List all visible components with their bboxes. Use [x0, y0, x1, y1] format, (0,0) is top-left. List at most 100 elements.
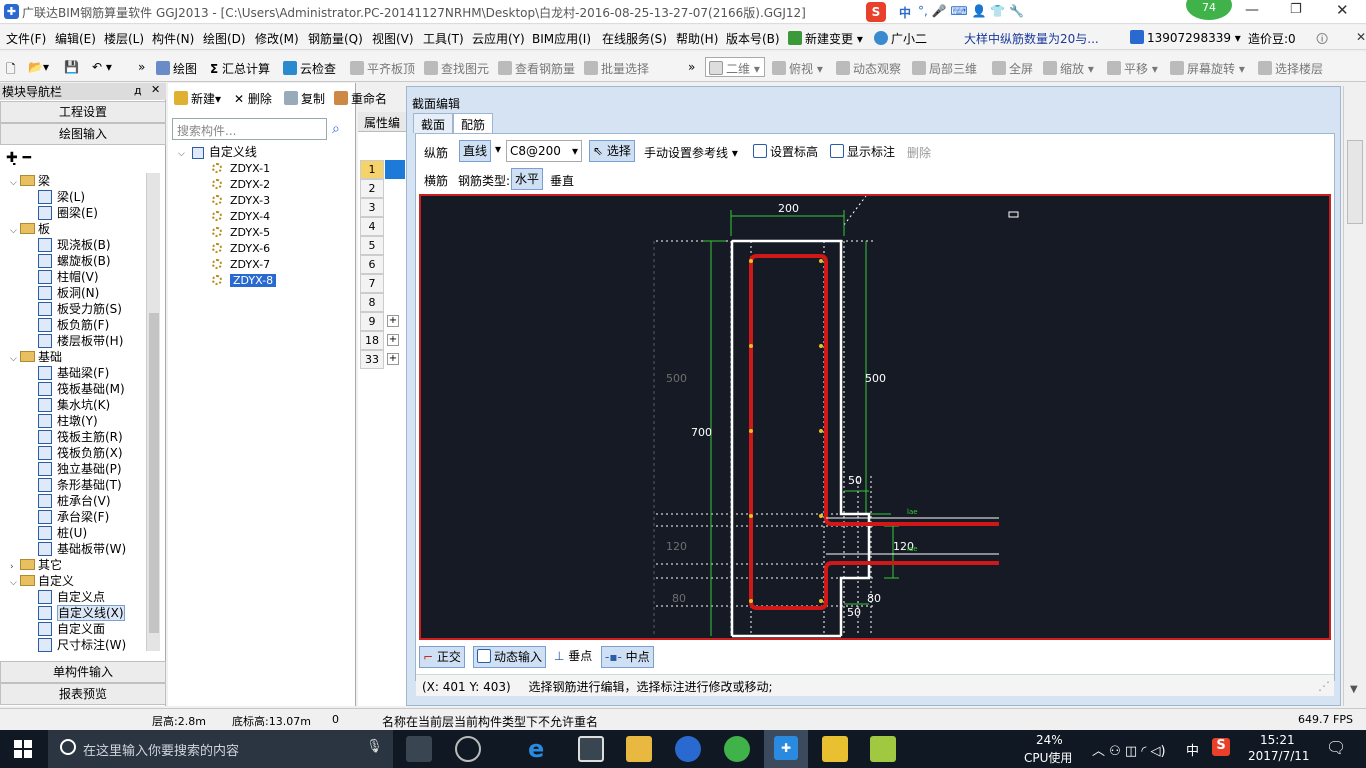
nav-tree-item[interactable]: 板受力筋(S) — [38, 301, 122, 317]
nav-tree-item[interactable]: 基础板带(W) — [38, 541, 126, 557]
store-icon[interactable] — [578, 736, 604, 762]
batch-select-button[interactable]: 批量选择 — [584, 60, 649, 77]
collapse-icon[interactable]: ⌵ — [10, 223, 20, 239]
view-mode-select[interactable]: 二维 ▾ — [705, 57, 765, 77]
menu-component[interactable]: 构件(N) — [152, 30, 194, 47]
dynamic-input-toggle[interactable]: 动态输入 — [473, 646, 547, 668]
menu-edit[interactable]: 编辑(E) — [55, 30, 96, 47]
scroll-down-icon[interactable]: ▼ — [1350, 684, 1358, 695]
rebar-points[interactable] — [749, 259, 823, 603]
delete-component-button[interactable]: ✕ 删除 — [234, 90, 272, 107]
pan-button[interactable]: 平移 ▾ — [1107, 60, 1158, 77]
vertical-button[interactable]: 垂直 — [550, 172, 574, 189]
nav-tree-item[interactable]: 板负筋(F) — [38, 317, 109, 333]
nav-tree-item[interactable]: 楼层板带(H) — [38, 333, 123, 349]
ortho-toggle[interactable]: ⌐ 正交 — [419, 646, 465, 668]
nav-tree-item[interactable]: 桩承台(V) — [38, 493, 111, 509]
pin-icon[interactable]: д — [134, 84, 142, 97]
nav-tree-item[interactable]: 自定义面 — [38, 621, 105, 637]
tab-rebar[interactable]: 配筋 — [453, 113, 494, 133]
nav-scrollbar[interactable] — [146, 173, 160, 651]
app-360-icon[interactable] — [675, 736, 701, 762]
view-rebar-button[interactable]: 查看钢筋量 — [498, 60, 575, 77]
calendar-app-icon[interactable] — [870, 736, 896, 762]
component-list-item[interactable]: ZDYX-2 — [212, 176, 270, 192]
overflow-chevron-icon[interactable]: » — [138, 60, 145, 74]
sogou-tray-icon[interactable]: S — [1212, 738, 1230, 756]
new-file-icon[interactable]: 🗋 — [6, 60, 16, 81]
tab-section[interactable]: 截面 — [413, 113, 454, 133]
component-list-item[interactable]: ZDYX-7 — [212, 256, 270, 272]
component-list-item[interactable]: ZDYX-1 — [212, 160, 270, 176]
ime-tools-icons[interactable]: °, 🎤 ⌨ 👤 👕 🔧 — [918, 4, 1024, 18]
property-row-selected-value[interactable] — [385, 160, 405, 179]
nav-scroll-thumb[interactable] — [149, 313, 159, 633]
nav-tree-item[interactable]: 梁(L) — [38, 189, 85, 205]
menu-modify[interactable]: 修改(M) — [255, 30, 299, 47]
nav-tree-item[interactable]: 集水坑(K) — [38, 397, 110, 413]
tray-ime[interactable]: 中 — [1186, 740, 1199, 759]
collapse-icon[interactable]: ⌵ — [10, 575, 20, 591]
dynamic-view-button[interactable]: 动态观察 — [836, 60, 901, 77]
nav-tree-item[interactable]: 圈梁(E) — [38, 205, 98, 221]
rename-component-button[interactable]: 重命名 — [334, 90, 387, 107]
nav-tree-item[interactable]: 自定义点 — [38, 589, 105, 605]
property-row[interactable]: 9 — [360, 312, 384, 331]
select-button[interactable]: ⇖ 选择 — [589, 140, 635, 162]
notice-text[interactable]: 大样中纵筋数量为20与... — [964, 30, 1099, 47]
row-expand-icon[interactable]: + — [387, 353, 399, 365]
property-row[interactable]: 2 — [360, 179, 384, 198]
component-list-item[interactable]: ZDYX-4 — [212, 208, 270, 224]
microphone-icon[interactable]: 🎙 — [366, 739, 383, 754]
nav-tree-item[interactable]: 尺寸标注(W) — [38, 637, 126, 653]
nav-folder[interactable]: › 其它 — [10, 557, 62, 573]
property-row[interactable]: 6 — [360, 255, 384, 274]
minimize-button[interactable]: — — [1245, 2, 1259, 18]
restore-button[interactable]: ❐ — [1290, 2, 1302, 17]
nav-tree-item[interactable]: 柱帽(V) — [38, 269, 99, 285]
component-list-item[interactable]: ZDYX-5 — [212, 224, 270, 240]
menu-help[interactable]: 帮助(H) — [676, 30, 718, 47]
tray-icons[interactable]: ︿ ⚇ ◫ ◜ ◁) — [1092, 740, 1166, 759]
select-floor-button[interactable]: 选择楼层 — [1258, 60, 1323, 77]
nav-tree-item[interactable]: 承台梁(F) — [38, 509, 109, 525]
copy-component-button[interactable]: 复制 — [284, 90, 325, 107]
resize-grip-icon[interactable]: ⋰ — [1318, 679, 1330, 693]
cloud-check-button[interactable]: 云检查 — [283, 60, 336, 77]
line-mode-chevron-icon[interactable]: ▾ — [495, 142, 501, 156]
rebar-right-upper[interactable] — [757, 254, 999, 526]
component-search-input[interactable]: 搜索构件... — [172, 118, 327, 140]
nav-tree-item[interactable]: 自定义线(X) — [38, 605, 125, 621]
nav-folder[interactable]: ⌵ 梁 — [10, 173, 50, 189]
new-component-button[interactable]: 新建▾ — [174, 90, 221, 107]
property-row[interactable]: 4 — [360, 217, 384, 236]
property-row[interactable]: 7 — [360, 274, 384, 293]
new-change-button[interactable]: 新建变更 ▾ — [788, 30, 863, 47]
edge-browser-icon[interactable]: e — [528, 736, 554, 762]
nav-folder[interactable]: ⌵ 自定义 — [10, 573, 74, 589]
ggj-taskbar-icon[interactable]: ✚ — [764, 730, 808, 768]
local-3d-button[interactable]: 局部三维 — [912, 60, 977, 77]
nav-tree-item[interactable]: 板洞(N) — [38, 285, 99, 301]
collapse-icon[interactable]: ⌵ — [10, 175, 20, 191]
drawing-input-button[interactable]: 绘图输入 — [0, 123, 166, 145]
nav-tree-item[interactable]: 独立基础(P) — [38, 461, 122, 477]
menu-overflow[interactable]: ✕ — [1356, 30, 1366, 44]
notes-app-icon[interactable] — [822, 736, 848, 762]
collapse-icon[interactable]: ⌵ — [10, 351, 20, 367]
menu-view[interactable]: 视图(V) — [372, 30, 414, 47]
nav-tree-item[interactable]: 柱墩(Y) — [38, 413, 98, 429]
nav-close-icon[interactable]: ✕ — [151, 83, 160, 96]
search-icon[interactable]: ⌕ — [332, 121, 340, 137]
project-settings-button[interactable]: 工程设置 — [0, 101, 166, 123]
property-row[interactable]: 1 — [360, 160, 384, 179]
zoom-button[interactable]: 缩放 ▾ — [1043, 60, 1094, 77]
price-bean[interactable]: 造价豆:0 — [1248, 30, 1296, 47]
draw-button[interactable]: 绘图 — [156, 60, 197, 77]
close-button[interactable]: ✕ — [1336, 1, 1349, 19]
property-row[interactable]: 5 — [360, 236, 384, 255]
task-view-icon[interactable] — [406, 736, 432, 762]
show-label-button[interactable]: 显示标注 — [830, 143, 895, 160]
property-row[interactable]: 3 — [360, 198, 384, 217]
section-drawing[interactable]: 200 700 500 50 120 50 80 500 120 80 lae … — [421, 196, 1329, 638]
